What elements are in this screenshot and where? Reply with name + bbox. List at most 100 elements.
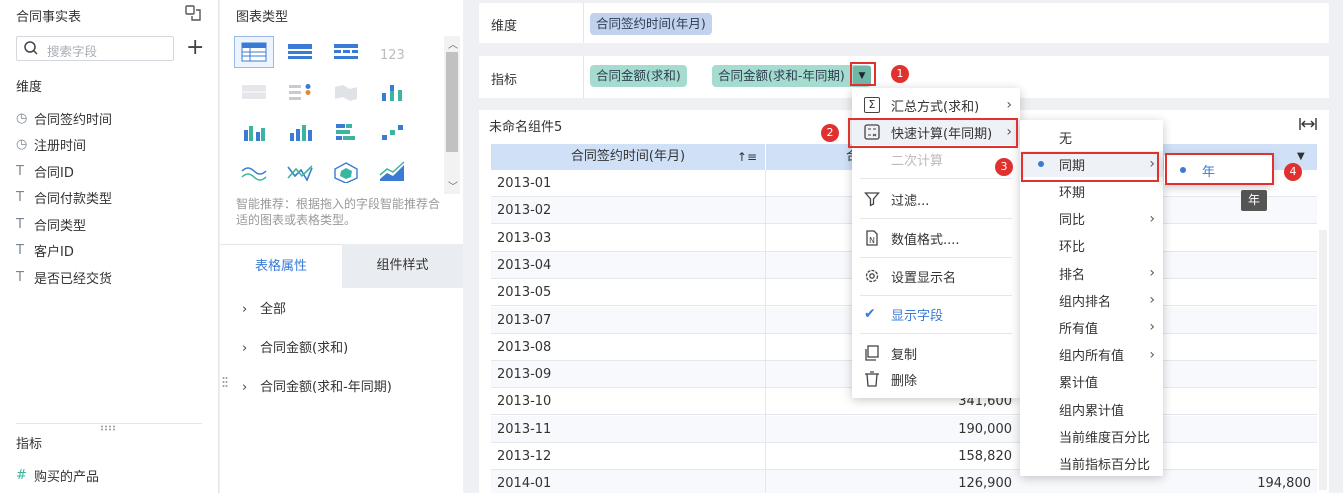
text-type-icon: T [16, 163, 24, 179]
menu-item-copy[interactable]: 复制 [852, 340, 1020, 366]
dimension-field-item[interactable]: T 客户ID [16, 241, 74, 261]
step-badge-4: 4 [1284, 163, 1302, 181]
cell-date: 2013-02 [497, 203, 552, 219]
quick-calc-option[interactable]: 环比 [1020, 233, 1163, 259]
chevron-right-icon: › [242, 302, 248, 317]
panel-resize-handle[interactable] [222, 376, 228, 390]
quick-calc-option[interactable]: 累计值 [1020, 369, 1163, 395]
field-label: 合同ID [34, 165, 74, 181]
kpi-number-icon[interactable]: 123 [372, 36, 412, 68]
quick-calc-option[interactable]: 所有值 › [1020, 314, 1163, 340]
cell-date: 2013-10 [497, 394, 552, 410]
tab-table-properties[interactable]: 表格属性 [220, 244, 342, 288]
search-icon [23, 40, 39, 60]
add-field-icon[interactable]: + [186, 37, 204, 59]
table-chart-icon[interactable] [234, 36, 274, 68]
column-chart-icon[interactable] [234, 116, 274, 148]
chevron-right-icon: › [1149, 292, 1155, 309]
dimension-section-label: 维度 [16, 80, 43, 95]
cross-table-icon[interactable] [280, 36, 320, 68]
dimension-field-item[interactable]: T 合同ID [16, 161, 74, 181]
menu-item-display-name[interactable]: 设置显示名 [852, 263, 1020, 289]
chevron-right-icon: › [1149, 210, 1155, 227]
field-panel: 合同事实表 搜索字段 + 维度 ◷ 合同签约时间 ◷ 注册时间 T 合同ID T 合同付款类型… [0, 0, 219, 493]
area-chart-icon[interactable] [372, 156, 412, 188]
dimension-chip[interactable]: 合同签约时间(年月) [590, 13, 712, 35]
measure-section-label: 指标 [16, 437, 43, 452]
quick-calc-option[interactable]: 当前指标百分比 [1020, 450, 1163, 476]
clock-icon: ◷ [16, 110, 28, 126]
radar-chart-icon[interactable] [326, 156, 366, 188]
dimension-field-item[interactable]: T 合同类型 [16, 214, 86, 234]
table-row[interactable]: 2014-01 126,900 194,800 [491, 470, 1317, 493]
search-input[interactable]: 搜索字段 [16, 36, 174, 61]
highlight-quick-calc [848, 118, 1018, 148]
quick-calc-option[interactable]: 组内所有值 › [1020, 342, 1163, 368]
filter-icon [864, 191, 880, 211]
dimension-field-item[interactable]: T 合同付款类型 [16, 188, 112, 208]
detail-table-icon[interactable] [326, 36, 366, 68]
property-group[interactable]: › 全部 [242, 298, 286, 317]
step-badge-1: 1 [891, 65, 909, 83]
gear-icon [864, 268, 880, 288]
chevron-right-icon: › [242, 341, 248, 356]
quick-calc-option[interactable]: 组内累计值 [1020, 396, 1163, 422]
dimension-field-item[interactable]: ◷ 合同签约时间 [16, 108, 112, 128]
chart-scrollbar[interactable]: ︿ ﹀ [444, 36, 460, 194]
cell-date: 2013-09 [497, 367, 552, 383]
quick-calc-option[interactable]: 环期 [1020, 178, 1163, 204]
menu-item-filter[interactable]: 过滤... [852, 186, 1020, 212]
chart-type-title: 图表类型 [236, 10, 289, 25]
text-type-icon: T [16, 190, 24, 205]
quick-calc-option[interactable]: 当前维度百分比 [1020, 423, 1163, 449]
multi-line-icon[interactable] [234, 156, 274, 188]
cell-date: 2013-03 [497, 230, 552, 246]
quick-calc-option[interactable]: 组内排名 › [1020, 287, 1163, 313]
measure-config-label: 指标 [491, 73, 518, 88]
tab-component-style[interactable]: 组件样式 [342, 244, 463, 288]
field-label: 合同类型 [34, 218, 87, 234]
quick-calc-option[interactable]: 排名 › [1020, 260, 1163, 286]
line-chart-icon[interactable] [280, 156, 320, 188]
map-chart-icon[interactable] [326, 76, 366, 108]
menu-item-number-format[interactable]: N 数值格式.... [852, 225, 1020, 251]
switch-table-icon[interactable] [184, 4, 202, 22]
dimension-field-item[interactable]: T 是否已经交货 [16, 267, 112, 287]
menu-item-delete[interactable]: 删除 [852, 366, 1020, 392]
bar-chart-icon[interactable] [326, 116, 366, 148]
sigma-icon: Σ [864, 97, 880, 113]
table-column-divider [765, 170, 766, 493]
sort-icon[interactable]: ↑≡ [737, 144, 757, 170]
chevron-right-icon: › [1149, 346, 1155, 363]
menu-item-summary[interactable]: Σ 汇总方式(求和) › [852, 92, 1020, 118]
table-row[interactable]: 2013-12 158,820 [491, 443, 1317, 470]
scatter-chart-icon[interactable] [372, 116, 412, 148]
field-label: 合同签约时间 [34, 112, 113, 128]
step-badge-2: 2 [821, 124, 839, 142]
property-group[interactable]: › 合同金额(求和-年同期) [242, 376, 392, 395]
quick-calc-option[interactable]: 无 [1020, 124, 1163, 150]
table-row[interactable]: 2013-11 190,000 [491, 415, 1317, 443]
header-cell-date[interactable]: 合同签约时间(年月) ↑≡ [491, 144, 766, 170]
heat-table-icon[interactable] [234, 76, 274, 108]
step-badge-3: 3 [995, 158, 1013, 176]
measure-chip-sum[interactable]: 合同金额(求和) [590, 65, 687, 87]
field-label: 购买的产品 [34, 469, 100, 485]
highlight-year [1165, 153, 1274, 185]
dimension-field-item[interactable]: ◷ 注册时间 [16, 135, 86, 155]
chart-type-panel: 图表类型 123 ︿ ﹀ 智能推荐：根据拖入的字段智能推荐合适的图表或表格类型。… [220, 0, 463, 493]
measure-chip-yoy[interactable]: 合同金额(求和-年同期) [712, 65, 871, 87]
stacked-bar-icon[interactable] [372, 76, 412, 108]
text-type-icon: T [16, 269, 24, 285]
trash-icon [864, 371, 880, 391]
property-group[interactable]: › 合同金额(求和) [242, 337, 348, 356]
grouped-column-icon[interactable] [280, 116, 320, 148]
table-scrollbar[interactable] [1319, 230, 1327, 490]
menu-item-show-field[interactable]: ✔ 显示字段 [852, 301, 1020, 327]
chevron-right-icon: › [1149, 319, 1155, 336]
legend-table-icon[interactable] [280, 76, 320, 108]
measure-field-item[interactable]: # 购买的产品 [16, 465, 99, 485]
fit-width-icon[interactable] [1299, 116, 1317, 132]
quick-calc-option[interactable]: 同比 › [1020, 206, 1163, 232]
cell-date: 2013-11 [497, 421, 552, 437]
